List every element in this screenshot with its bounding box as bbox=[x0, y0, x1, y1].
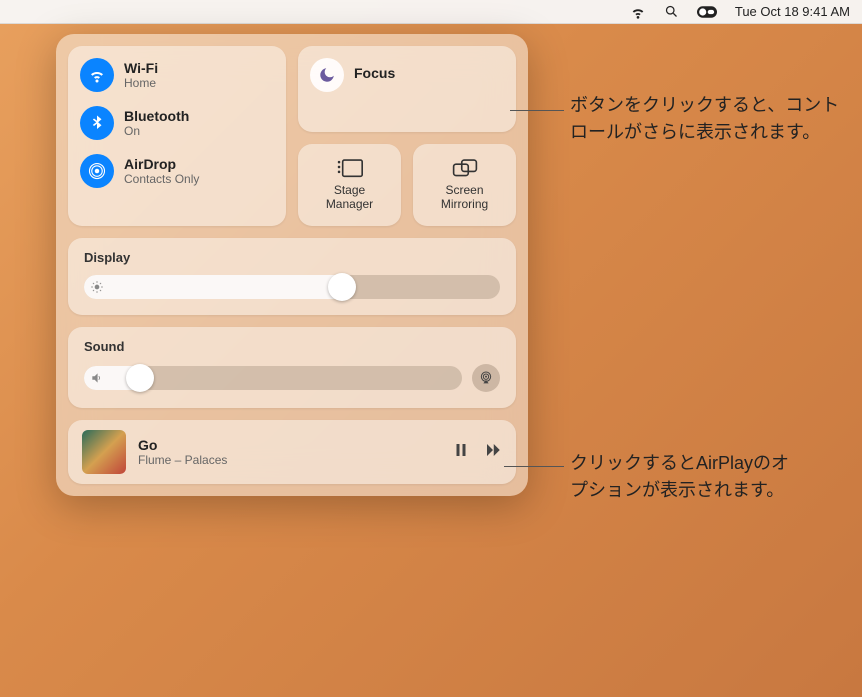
screen-mirroring-icon bbox=[452, 158, 478, 180]
callout-focus: ボタンをクリックすると、コントロールがさらに表示されます。 bbox=[570, 92, 850, 146]
pause-icon bbox=[452, 441, 470, 459]
screen-mirroring-label: Screen Mirroring bbox=[441, 184, 488, 212]
bluetooth-label: Bluetooth bbox=[124, 108, 189, 124]
volume-low-icon bbox=[90, 371, 104, 385]
brightness-low-icon bbox=[90, 280, 104, 294]
airdrop-toggle[interactable]: AirDrop Contacts Only bbox=[80, 154, 274, 188]
airdrop-label: AirDrop bbox=[124, 156, 199, 172]
airdrop-status: Contacts Only bbox=[124, 172, 199, 186]
next-button[interactable] bbox=[484, 441, 502, 464]
display-card: Display bbox=[68, 238, 516, 315]
now-playing-card[interactable]: Go Flume – Palaces bbox=[68, 420, 516, 484]
spotlight-icon[interactable] bbox=[664, 4, 679, 19]
airdrop-icon bbox=[80, 154, 114, 188]
stage-manager-button[interactable]: Stage Manager bbox=[298, 144, 401, 226]
stage-manager-label: Stage Manager bbox=[326, 184, 373, 212]
control-center-panel: Wi-Fi Home Bluetooth On AirDrop bbox=[56, 34, 528, 496]
moon-icon bbox=[310, 58, 344, 92]
track-artist: Flume – Palaces bbox=[138, 453, 440, 467]
sound-title: Sound bbox=[84, 339, 500, 354]
screen-mirroring-button[interactable]: Screen Mirroring bbox=[413, 144, 516, 226]
focus-label: Focus bbox=[354, 65, 395, 81]
display-slider[interactable] bbox=[84, 275, 500, 299]
menubar-datetime[interactable]: Tue Oct 18 9:41 AM bbox=[735, 4, 850, 19]
forward-icon bbox=[484, 441, 502, 459]
bluetooth-icon bbox=[80, 106, 114, 140]
track-title: Go bbox=[138, 437, 440, 453]
callout-airplay: クリックするとAirPlayのオプションが表示されます。 bbox=[570, 450, 800, 504]
sound-card: Sound bbox=[68, 327, 516, 408]
wifi-label: Wi-Fi bbox=[124, 60, 158, 76]
pause-button[interactable] bbox=[452, 441, 470, 464]
connectivity-card: Wi-Fi Home Bluetooth On AirDrop bbox=[68, 46, 286, 226]
sound-slider[interactable] bbox=[84, 366, 462, 390]
wifi-icon[interactable] bbox=[630, 4, 646, 20]
airplay-icon bbox=[478, 370, 494, 386]
focus-button[interactable]: Focus bbox=[298, 46, 516, 132]
wifi-status: Home bbox=[124, 76, 158, 90]
menubar: Tue Oct 18 9:41 AM bbox=[0, 0, 862, 24]
airplay-audio-button[interactable] bbox=[472, 364, 500, 392]
bluetooth-toggle[interactable]: Bluetooth On bbox=[80, 106, 274, 140]
wifi-icon bbox=[80, 58, 114, 92]
wifi-toggle[interactable]: Wi-Fi Home bbox=[80, 58, 274, 92]
display-title: Display bbox=[84, 250, 500, 265]
stage-manager-icon bbox=[337, 158, 363, 180]
control-center-icon[interactable] bbox=[697, 6, 717, 18]
album-art bbox=[82, 430, 126, 474]
bluetooth-status: On bbox=[124, 124, 189, 138]
callout-line bbox=[510, 110, 564, 111]
callout-line bbox=[504, 466, 564, 467]
